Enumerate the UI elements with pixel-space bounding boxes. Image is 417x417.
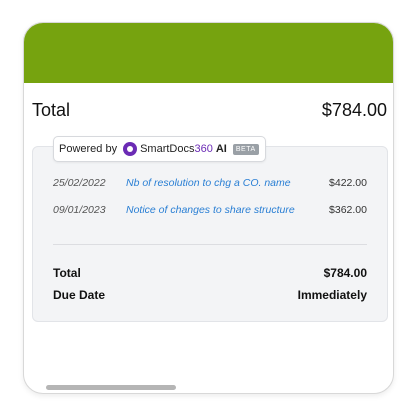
smartdocs-icon [123, 142, 138, 156]
due-date-label: Due Date [53, 288, 106, 302]
powered-by-badge: Powered by SmartDocs360 AI BETA [53, 136, 266, 162]
line-item-date: 25/02/2022 [53, 177, 106, 189]
line-item-amount: $362.00 [329, 204, 367, 216]
line-item-link[interactable]: Notice of changes to share structure [126, 204, 329, 216]
line-item: 09/01/2023 Notice of changes to share st… [53, 204, 367, 216]
smartdocs-logo: SmartDocs360 AI [123, 142, 227, 156]
line-item-link[interactable]: Nb of resolution to chg a CO. name [126, 177, 329, 189]
horizontal-scrollbar[interactable] [46, 385, 176, 390]
beta-badge: BETA [232, 143, 259, 155]
invoice-card: Total $784.00 25/02/2022 Nb of resolutio… [23, 22, 394, 394]
brand-main-text: SmartDocs [140, 143, 195, 155]
total-row: Total $784.00 [53, 266, 367, 280]
due-date-value: Immediately [297, 288, 367, 302]
divider [53, 244, 367, 245]
total-label: Total [32, 100, 71, 120]
brand-ai-text: AI [215, 143, 227, 155]
line-item-date: 09/01/2023 [53, 204, 106, 216]
total-row-value: $784.00 [323, 266, 367, 280]
header-band [24, 23, 393, 83]
total-amount: $784.00 [321, 100, 387, 120]
total-summary-row: Total $784.00 [32, 100, 387, 121]
line-item-amount: $422.00 [329, 177, 367, 189]
total-row-label: Total [53, 266, 81, 280]
brand-number-text: 360 [194, 143, 213, 155]
line-item: 25/02/2022 Nb of resolution to chg a CO.… [53, 177, 367, 189]
line-items-panel: 25/02/2022 Nb of resolution to chg a CO.… [32, 146, 388, 322]
due-date-row: Due Date Immediately [53, 288, 367, 302]
powered-by-label: Powered by [59, 143, 118, 155]
